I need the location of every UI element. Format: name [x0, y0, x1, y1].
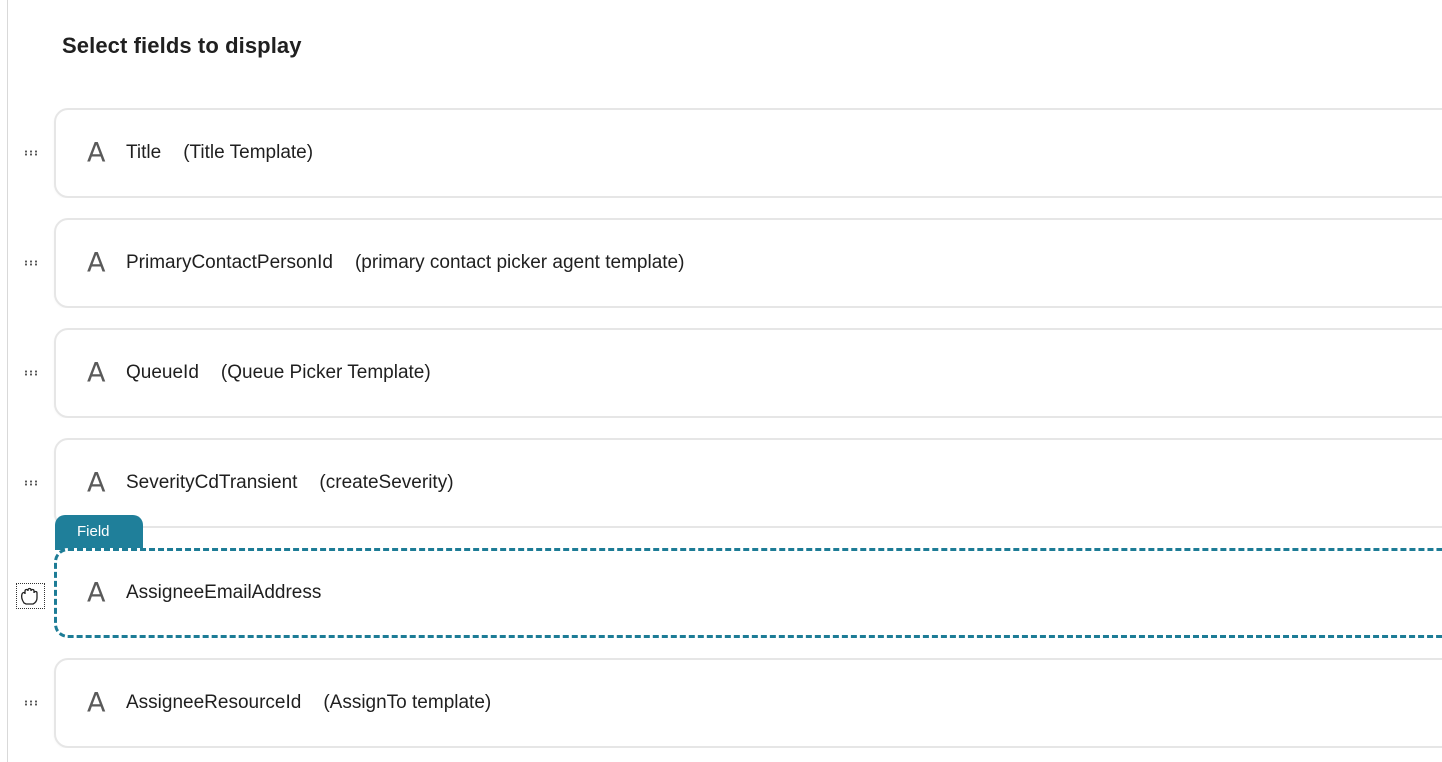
page-title: Select fields to display	[62, 33, 302, 58]
field-label: AssigneeResourceId (AssignTo template)	[126, 692, 491, 714]
drag-handle-icon[interactable]	[22, 259, 40, 267]
field-template: (createSeverity)	[319, 472, 454, 493]
field-row-assignee-resource[interactable]: A AssigneeResourceId (AssignTo template)	[0, 658, 1442, 748]
field-row-assignee-email[interactable]: A AssigneeEmailAddress	[0, 548, 1442, 638]
field-label: AssigneeEmailAddress	[126, 582, 321, 604]
field-label: SeverityCdTransient (createSeverity)	[126, 472, 454, 494]
field-template: (AssignTo template)	[323, 692, 492, 713]
text-field-icon: A	[87, 687, 106, 719]
text-field-icon: A	[87, 247, 106, 279]
field-name: Title	[126, 142, 162, 163]
field-row-title[interactable]: A Title (Title Template)	[0, 108, 1442, 198]
field-label: QueueId (Queue Picker Template)	[126, 362, 431, 384]
field-row-primary-contact[interactable]: A PrimaryContactPersonId (primary contact…	[0, 218, 1442, 308]
field-template: (Queue Picker Template)	[220, 362, 431, 383]
field-template: (Title Template)	[183, 142, 314, 163]
field-type-tag: Field	[55, 515, 143, 550]
fields-panel: Select fields to display A Title (Title T…	[0, 0, 1442, 762]
field-name: SeverityCdTransient	[126, 472, 298, 493]
field-name: QueueId	[126, 362, 199, 383]
text-field-icon: A	[87, 577, 106, 609]
drag-handle-icon[interactable]	[22, 369, 40, 377]
text-field-icon: A	[87, 357, 106, 389]
field-name: AssigneeEmailAddress	[126, 582, 322, 603]
field-row-queue[interactable]: A QueueId (Queue Picker Template)	[0, 328, 1442, 418]
grab-cursor-icon	[16, 583, 45, 609]
field-template: (primary contact picker agent template)	[354, 252, 685, 273]
field-name: AssigneeResourceId	[126, 692, 302, 713]
text-field-icon: A	[87, 467, 106, 499]
field-row-severity[interactable]: A SeverityCdTransient (createSeverity)	[0, 438, 1442, 528]
drag-handle-icon[interactable]	[22, 479, 40, 487]
drag-handle-icon[interactable]	[22, 149, 40, 157]
field-label: Title (Title Template)	[126, 142, 313, 164]
drag-handle-icon[interactable]	[22, 699, 40, 707]
field-name: PrimaryContactPersonId	[126, 252, 333, 273]
text-field-icon: A	[87, 137, 106, 169]
field-label: PrimaryContactPersonId (primary contact p…	[126, 252, 684, 274]
